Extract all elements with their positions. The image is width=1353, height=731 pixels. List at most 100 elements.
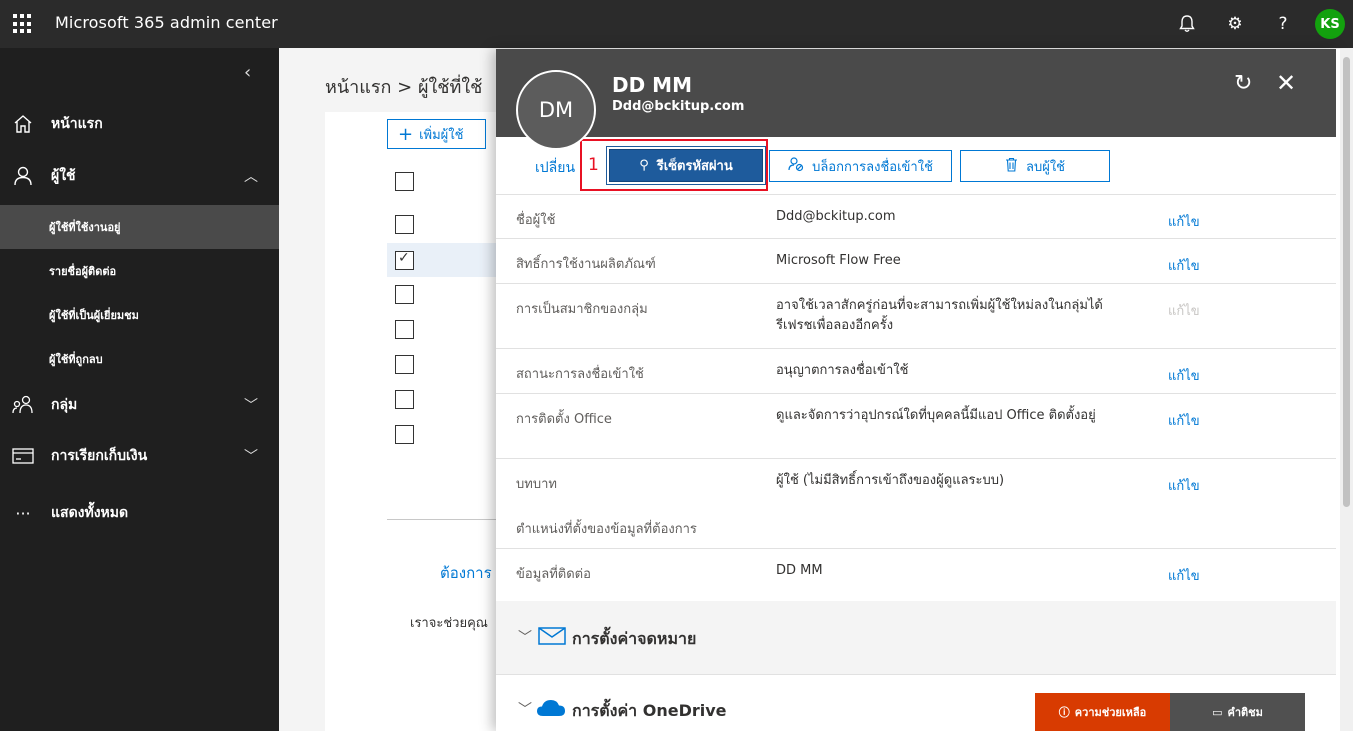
sidebar-item-contacts[interactable]: รายชื่อผู้ติดต่อ	[0, 249, 279, 293]
sidebar-item-active-users[interactable]: ผู้ใช้ที่ใช้งานอยู่	[0, 205, 279, 249]
nav-label-home: หน้าแรก	[51, 116, 103, 132]
property-label: การเป็นสมาชิกของกลุ่ม	[516, 302, 648, 317]
user-icon	[12, 165, 34, 187]
panel-scrollbar[interactable]	[1340, 49, 1353, 731]
chevron-down-icon: ﹀	[518, 702, 532, 718]
users-list-card	[325, 112, 525, 731]
block-user-icon	[788, 156, 804, 176]
user-email: Ddd@bckitup.com	[612, 99, 745, 114]
property-row-licenses: สิทธิ์การใช้งานผลิตภัณฑ์ Microsoft Flow …	[496, 239, 1336, 284]
scrollbar-thumb[interactable]	[1343, 57, 1350, 507]
change-photo-link[interactable]: เปลี่ยน	[535, 157, 575, 179]
nav-label-groups: กลุ่ม	[51, 397, 78, 413]
trash-icon	[1005, 157, 1018, 176]
edit-link-disabled: แก้ไข	[1168, 304, 1200, 319]
delete-user-button[interactable]: ลบผู้ใช้	[960, 150, 1110, 182]
user-details-panel: DD MM Ddd@bckitup.com ↻ ✕ DM เปลี่ยน 1 ⚲…	[496, 49, 1340, 731]
nav-item-users[interactable]: ผู้ใช้ ︿	[0, 154, 279, 198]
delete-user-label: ลบผู้ใช้	[1025, 159, 1065, 175]
nav-label-show-all: แสดงทั้งหมด	[51, 505, 129, 521]
property-label: ข้อมูลที่ติดต่อ	[516, 567, 591, 582]
nav-item-show-all[interactable]: ··· แสดงทั้งหมด	[0, 491, 279, 535]
reset-password-label: รีเซ็ตรหัสผ่าน	[656, 159, 733, 174]
row-checkbox[interactable]	[395, 215, 414, 234]
sub-label: รายชื่อผู้ติดต่อ	[49, 265, 117, 278]
help-button[interactable]: ⓘ ความช่วยเหลือ	[1035, 693, 1170, 731]
nav-item-home[interactable]: หน้าแรก	[0, 102, 279, 146]
ellipsis-icon: ···	[15, 503, 31, 523]
edit-link[interactable]: แก้ไข	[1168, 410, 1200, 431]
row-checkbox[interactable]	[395, 320, 414, 339]
edit-link[interactable]: แก้ไข	[1168, 565, 1200, 586]
help-text: เราจะช่วยคุณ	[410, 616, 488, 631]
property-label: ตำแหน่งที่ตั้งของข้อมูลที่ต้องการ	[516, 522, 697, 537]
property-value: อนุญาตการลงชื่อเข้าใช้	[776, 363, 909, 378]
account-avatar[interactable]: KS	[1315, 9, 1345, 39]
property-row-data-location: ตำแหน่งที่ตั้งของข้อมูลที่ต้องการ	[496, 504, 1336, 549]
sidebar-item-guest-users[interactable]: ผู้ใช้ที่เป็นผู้เยี่ยมชม	[0, 293, 279, 337]
sidebar-item-deleted-users[interactable]: ผู้ใช้ที่ถูกลบ	[0, 337, 279, 381]
refresh-icon[interactable]: ↻	[1234, 71, 1252, 96]
nav-label-billing: การเรียกเก็บเงิน	[51, 448, 148, 464]
mail-envelope-icon	[538, 627, 566, 649]
left-navigation: ‹ หน้าแรก ผู้ใช้ ︿ ผู้ใช้ที่ใช้งานอยู่ ร…	[0, 48, 279, 731]
chevron-down-icon: ﹀	[244, 398, 258, 414]
collapse-nav-chevron-icon[interactable]: ‹	[244, 62, 251, 83]
property-value: DD MM	[776, 563, 823, 578]
block-signin-label: บล็อกการลงชื่อเข้าใช้	[812, 159, 933, 175]
key-icon: ⚲	[639, 158, 649, 173]
select-all-checkbox[interactable]	[395, 172, 414, 191]
nav-item-groups[interactable]: กลุ่ม ﹀	[0, 383, 279, 427]
groups-icon	[12, 394, 34, 416]
feedback-button[interactable]: ▭ คำติชม	[1170, 693, 1305, 731]
nav-item-billing[interactable]: การเรียกเก็บเงิน ﹀	[0, 434, 279, 478]
add-user-label: เพิ่มผู้ใช้	[419, 127, 464, 143]
close-icon[interactable]: ✕	[1276, 69, 1296, 97]
property-row-contact-info: ข้อมูลที่ติดต่อ DD MM แก้ไข	[496, 549, 1336, 601]
edit-link[interactable]: แก้ไข	[1168, 365, 1200, 386]
property-label: ชื่อผู้ใช้	[516, 213, 556, 228]
nav-label-users: ผู้ใช้	[51, 168, 76, 184]
section-title-onedrive: การตั้งค่า OneDrive	[572, 701, 727, 720]
chevron-down-icon: ﹀	[518, 630, 532, 646]
property-label: บทบาท	[516, 477, 557, 492]
row-checkbox[interactable]	[395, 390, 414, 409]
row-checkbox[interactable]	[395, 355, 414, 374]
help-circle-icon: ⓘ	[1058, 706, 1070, 719]
feedback-label: คำติชม	[1227, 706, 1263, 719]
property-label: การติดตั้ง Office	[516, 412, 612, 427]
annotation-number: 1	[588, 155, 599, 175]
settings-gear-icon[interactable]: ⚙	[1223, 12, 1247, 36]
feedback-chat-icon: ▭	[1212, 705, 1223, 719]
add-user-button[interactable]: + เพิ่มผู้ใช้	[387, 119, 486, 149]
property-row-office-installs: การติดตั้ง Office ดูและจัดการว่าอุปกรณ์ใ…	[496, 394, 1336, 459]
row-checkbox[interactable]	[395, 425, 414, 444]
row-checkbox[interactable]	[395, 285, 414, 304]
edit-link[interactable]: แก้ไข	[1168, 211, 1200, 232]
section-mail-settings[interactable]: ﹀ การตั้งค่าจดหมาย	[496, 601, 1336, 675]
app-title[interactable]: Microsoft 365 admin center	[55, 13, 278, 32]
help-label: ความช่วยเหลือ	[1074, 706, 1147, 719]
property-label: สิทธิ์การใช้งานผลิตภัณฑ์	[516, 257, 656, 272]
chevron-down-icon: ﹀	[244, 449, 258, 465]
reset-password-button[interactable]: ⚲ รีเซ็ตรหัสผ่าน	[609, 149, 763, 182]
row-checkbox-checked[interactable]	[395, 250, 414, 270]
property-value: ผู้ใช้ (ไม่มีสิทธิ์การเข้าถึงของผู้ดูแลร…	[776, 473, 1005, 488]
edit-link[interactable]: แก้ไข	[1168, 255, 1200, 276]
need-help-link[interactable]: ต้องการ	[440, 561, 492, 585]
edit-link[interactable]: แก้ไข	[1168, 475, 1200, 496]
block-signin-button[interactable]: บล็อกการลงชื่อเข้าใช้	[769, 150, 952, 182]
property-value: Ddd@bckitup.com	[776, 209, 896, 224]
divider	[387, 519, 507, 520]
breadcrumb: หน้าแรก > ผู้ใช้ที่ใช้	[325, 77, 483, 98]
help-question-icon[interactable]: ?	[1271, 12, 1295, 36]
sub-label: ผู้ใช้ที่ถูกลบ	[49, 353, 103, 366]
property-value: อาจใช้เวลาสักครู่ก่อนที่จะสามารถเพิ่มผู้…	[776, 298, 1103, 333]
sub-label: ผู้ใช้ที่ใช้งานอยู่	[49, 221, 121, 234]
property-label: สถานะการลงชื่อเข้าใช้	[516, 367, 644, 382]
app-launcher-icon[interactable]	[13, 14, 33, 34]
bell-icon[interactable]	[1175, 12, 1199, 36]
onedrive-cloud-icon	[536, 699, 566, 721]
plus-icon: +	[398, 123, 414, 145]
property-row-username: ชื่อผู้ใช้ Ddd@bckitup.com แก้ไข	[496, 194, 1336, 239]
